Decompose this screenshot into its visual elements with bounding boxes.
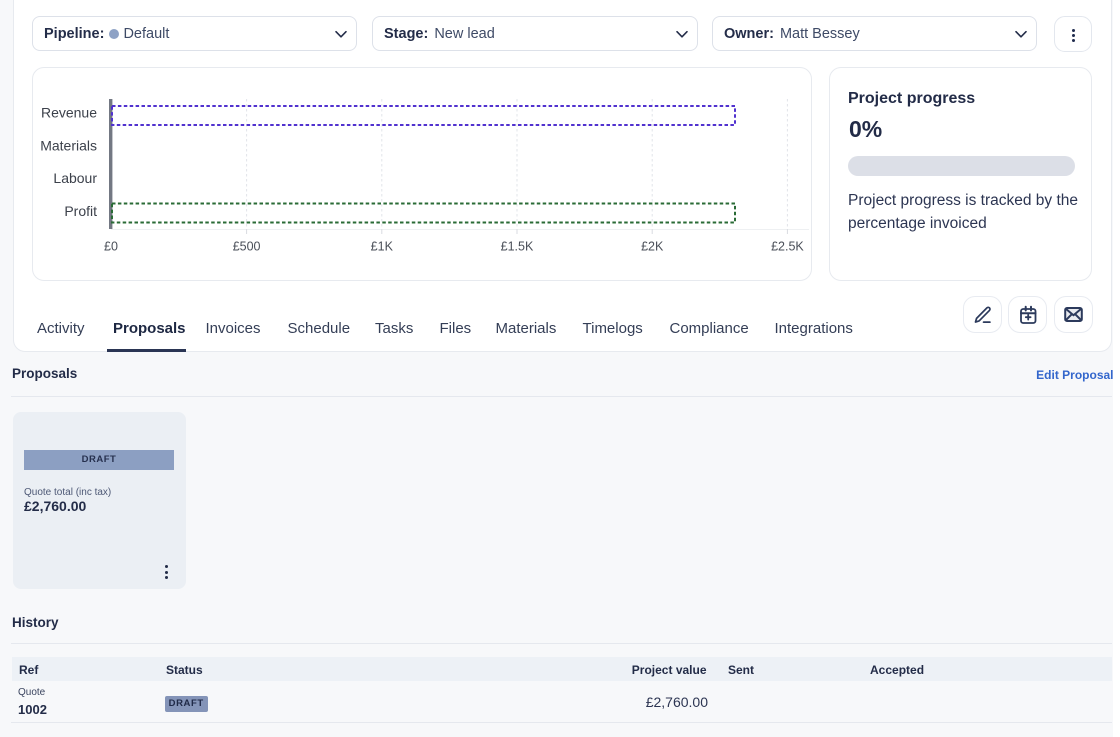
svg-text:Materials: Materials xyxy=(40,137,97,153)
svg-text:Revenue: Revenue xyxy=(41,105,97,121)
svg-text:£2.5K: £2.5K xyxy=(771,240,804,254)
svg-text:Profit: Profit xyxy=(64,203,97,219)
svg-text:£500: £500 xyxy=(233,240,261,254)
svg-text:£2K: £2K xyxy=(641,240,664,254)
svg-text:£1K: £1K xyxy=(371,240,394,254)
svg-text:£1.5K: £1.5K xyxy=(501,240,534,254)
svg-text:Labour: Labour xyxy=(53,170,97,186)
svg-text:£0: £0 xyxy=(104,240,118,254)
